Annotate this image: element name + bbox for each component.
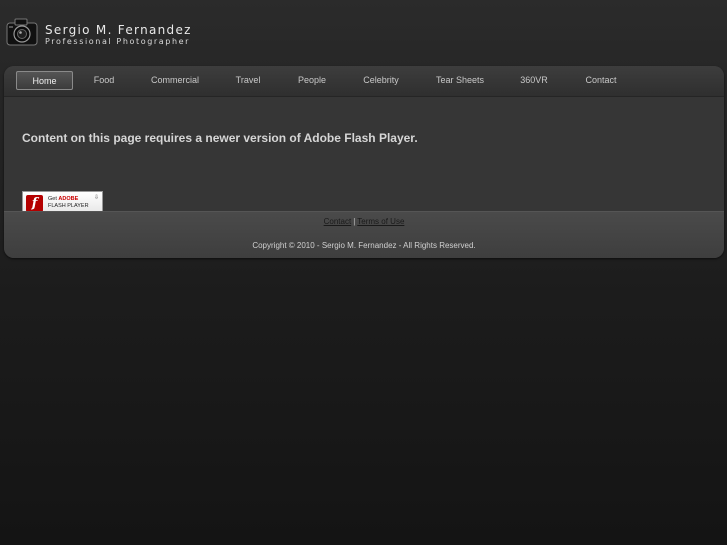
download-arrow-icon: ⇩ [93,195,99,201]
camera-icon [6,18,38,46]
content-area: Content on this page requires a newer ve… [4,97,724,215]
flash-badge-text: Get ADOBE FLASH PLAYER [48,196,89,210]
main-panel: Home Food Commercial Travel People Celeb… [4,66,724,258]
footer-link-terms[interactable]: Terms of Use [357,217,404,226]
nav-item-celebrity[interactable]: Celebrity [356,71,406,90]
footer-separator: | [353,217,356,226]
footer-links: Contact | Terms of Use [4,217,724,226]
flash-badge-player: FLASH PLAYER [48,203,89,209]
footer: Contact | Terms of Use Copyright © 2010 - … [4,211,724,258]
nav-item-360vr[interactable]: 360VR [515,71,553,90]
flash-logo-icon: f [26,194,43,212]
copyright-text: Copyright © 2010 - Sergio M. Fernandez -… [252,241,476,250]
flash-required-message: Content on this page requires a newer ve… [22,131,418,145]
nav-item-people[interactable]: People [291,71,333,90]
site-logo[interactable]: Sergio M. Fernandez Professional Photogr… [6,16,192,50]
logo-name: Sergio M. Fernandez [45,23,192,37]
nav-item-tear-sheets[interactable]: Tear Sheets [429,71,491,90]
logo-tagline: Professional Photographer [45,37,191,46]
nav-item-travel[interactable]: Travel [228,71,268,90]
logo-text: Sergio M. Fernandez Professional Photogr… [45,24,192,47]
flash-badge-adobe: ADOBE [58,196,79,202]
nav-item-contact[interactable]: Contact [577,71,625,90]
nav-item-home[interactable]: Home [16,71,73,90]
nav-item-commercial[interactable]: Commercial [145,71,205,90]
main-nav: Home Food Commercial Travel People Celeb… [4,66,724,97]
flash-badge-get: Get [48,196,57,202]
nav-item-food[interactable]: Food [84,71,124,90]
footer-link-contact[interactable]: Contact [324,217,352,226]
